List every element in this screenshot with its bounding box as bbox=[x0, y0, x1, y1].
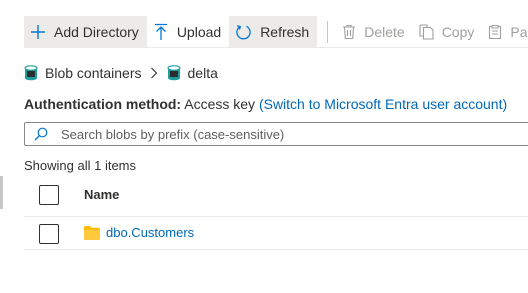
toolbar-divider bbox=[327, 21, 329, 43]
select-all-checkbox[interactable] bbox=[39, 185, 59, 205]
search-box[interactable] bbox=[24, 122, 528, 146]
copy-icon bbox=[419, 24, 434, 40]
upload-label: Upload bbox=[176, 24, 222, 40]
chevron-right-icon bbox=[150, 67, 157, 79]
paste-icon bbox=[489, 24, 502, 40]
items-count: Showing all 1 items bbox=[24, 158, 136, 173]
breadcrumb-current: delta bbox=[187, 65, 218, 81]
left-panel-edge bbox=[0, 176, 3, 209]
column-header-name[interactable]: Name bbox=[84, 187, 119, 202]
delete-button[interactable]: Delete bbox=[336, 16, 412, 48]
search-input[interactable] bbox=[61, 126, 528, 142]
switch-auth-link[interactable]: (Switch to Microsoft Entra user account) bbox=[259, 96, 507, 112]
row-name-link[interactable]: dbo.Customers bbox=[106, 225, 194, 240]
refresh-label: Refresh bbox=[260, 24, 310, 40]
upload-icon bbox=[154, 23, 167, 40]
refresh-button[interactable]: Refresh bbox=[229, 16, 318, 48]
delete-label: Delete bbox=[364, 24, 405, 40]
auth-method: Authentication method: Access key (Switc… bbox=[24, 96, 507, 112]
auth-method-label: Authentication method: bbox=[24, 96, 182, 112]
breadcrumb-root[interactable]: Blob containers bbox=[45, 65, 142, 81]
add-directory-button[interactable]: Add Directory bbox=[24, 16, 147, 48]
upload-button[interactable]: Upload bbox=[147, 16, 229, 48]
folder-icon bbox=[84, 225, 100, 240]
container-icon bbox=[24, 65, 38, 81]
search-icon bbox=[34, 127, 48, 141]
refresh-icon bbox=[236, 24, 251, 39]
container-icon bbox=[166, 65, 181, 81]
table-row[interactable]: dbo.Customers bbox=[84, 225, 194, 240]
command-bar: Add Directory Upload Refresh Delete Copy… bbox=[24, 16, 528, 48]
add-directory-label: Add Directory bbox=[54, 24, 139, 40]
copy-label: Copy bbox=[441, 24, 475, 40]
auth-method-value: Access key bbox=[184, 96, 256, 112]
delete-icon bbox=[343, 24, 356, 40]
toolbar-divider-line bbox=[24, 47, 528, 48]
breadcrumb: Blob containers delta bbox=[24, 63, 218, 83]
row-divider bbox=[24, 249, 528, 250]
paste-label: Paste bbox=[510, 24, 528, 40]
header-divider bbox=[24, 216, 528, 217]
plus-icon bbox=[31, 25, 45, 39]
row-checkbox[interactable] bbox=[39, 224, 59, 244]
copy-button[interactable]: Copy bbox=[413, 16, 483, 48]
paste-button[interactable]: Paste bbox=[482, 16, 528, 48]
